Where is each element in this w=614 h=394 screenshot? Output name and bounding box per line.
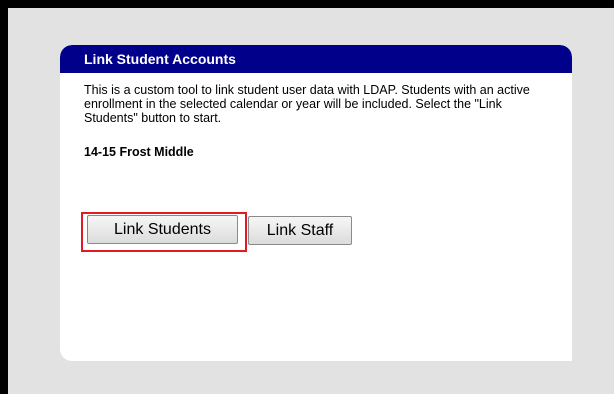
link-staff-button[interactable]: Link Staff xyxy=(248,216,352,245)
panel-body: This is a custom tool to link student us… xyxy=(60,73,572,159)
page-frame: Link Student Accounts This is a custom t… xyxy=(8,8,614,394)
link-students-button[interactable]: Link Students xyxy=(87,215,238,244)
link-accounts-panel: Link Student Accounts This is a custom t… xyxy=(60,45,572,361)
panel-title: Link Student Accounts xyxy=(60,45,572,73)
tool-description: This is a custom tool to link student us… xyxy=(84,83,530,125)
calendar-name: 14-15 Frost Middle xyxy=(84,145,194,159)
